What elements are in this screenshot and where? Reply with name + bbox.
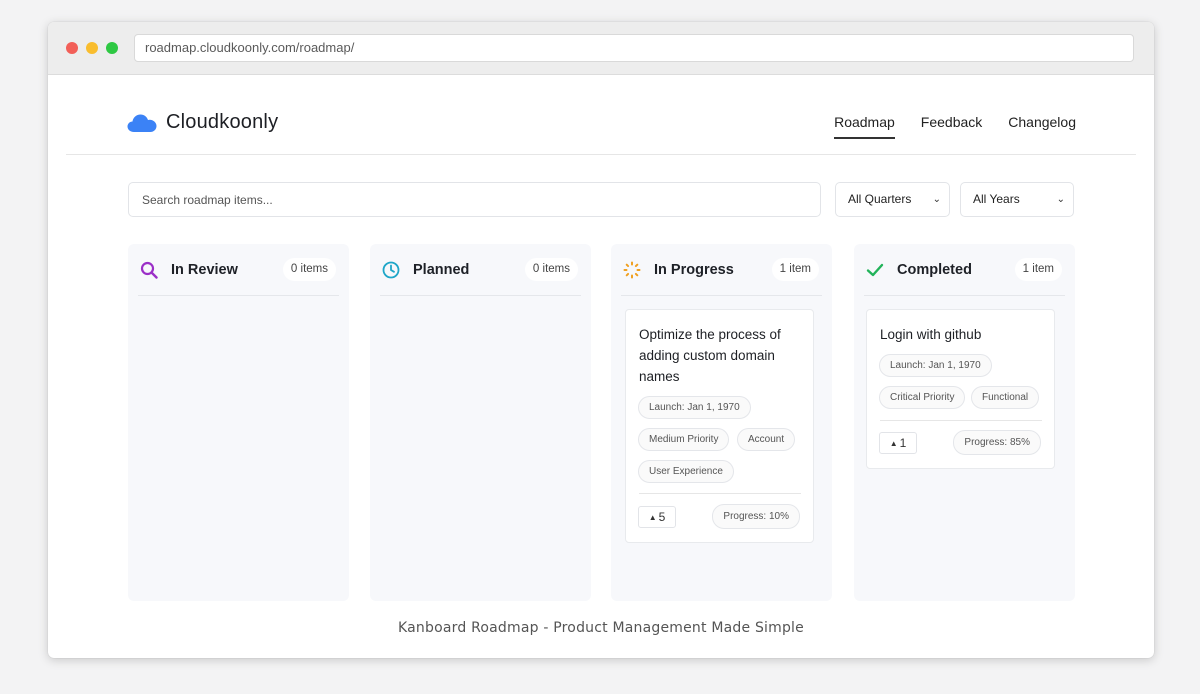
progress-badge: Progress: 10% <box>712 504 800 529</box>
nav-feedback[interactable]: Feedback <box>921 114 982 139</box>
maximize-window-button[interactable] <box>106 42 118 54</box>
clock-icon <box>382 261 400 279</box>
card-title: Optimize the process of adding custom do… <box>639 327 781 384</box>
column-header: Planned 0 items <box>380 244 581 296</box>
column-in-progress: In Progress 1 item Optimize the process … <box>611 244 832 601</box>
category-tag: User Experience <box>638 460 734 483</box>
brand-name: Cloudkoonly <box>166 111 279 133</box>
caret-up-icon: ▲ <box>889 439 898 448</box>
roadmap-page: Cloudkoonly Roadmap Feedback Changelog A… <box>48 75 1154 658</box>
column-title: In Progress <box>654 262 734 278</box>
site-header: Cloudkoonly Roadmap Feedback Changelog <box>66 75 1136 155</box>
column-count-badge: 0 items <box>524 258 578 281</box>
year-select[interactable]: All Years ⌄ <box>960 182 1074 217</box>
category-tag: Account <box>737 428 796 451</box>
upvote-button[interactable]: ▲ 5 <box>638 506 676 528</box>
chevron-down-icon: ⌄ <box>1056 194 1065 205</box>
column-completed: Completed 1 item Login with github Launc… <box>854 244 1075 601</box>
check-icon <box>866 263 884 277</box>
spinner-icon <box>623 261 641 279</box>
cloud-icon <box>127 114 157 132</box>
column-title: Completed <box>897 262 972 278</box>
magnifier-icon <box>140 261 158 279</box>
card-divider <box>639 493 801 494</box>
quarter-select-value: All Quarters <box>848 192 912 206</box>
roadmap-card[interactable]: Optimize the process of adding custom do… <box>625 309 814 543</box>
nav-roadmap[interactable]: Roadmap <box>834 114 895 139</box>
chevron-down-icon: ⌄ <box>932 194 941 205</box>
column-title: In Review <box>171 262 238 278</box>
progress-badge: Progress: 85% <box>953 430 1041 455</box>
caret-up-icon: ▲ <box>648 513 657 522</box>
launch-date-tag: Launch: Jan 1, 1970 <box>638 396 751 419</box>
vote-count: 1 <box>899 436 907 450</box>
browser-titlebar: roadmap.cloudkoonly.com/roadmap/ <box>48 22 1154 75</box>
card-divider <box>880 420 1042 421</box>
column-count-badge: 0 items <box>282 258 336 281</box>
priority-tag: Critical Priority <box>879 386 966 409</box>
nav-changelog[interactable]: Changelog <box>1008 114 1076 139</box>
launch-date-tag: Launch: Jan 1, 1970 <box>879 354 992 377</box>
search-input[interactable] <box>128 182 821 217</box>
column-title: Planned <box>413 262 470 278</box>
vote-count: 5 <box>658 510 666 524</box>
column-header: Completed 1 item <box>864 244 1065 296</box>
priority-tag: Medium Priority <box>638 428 730 451</box>
address-bar[interactable]: roadmap.cloudkoonly.com/roadmap/ <box>134 34 1134 62</box>
column-header: In Review 0 items <box>138 244 339 296</box>
column-in-review: In Review 0 items <box>128 244 349 601</box>
category-tag: Functional <box>971 386 1040 409</box>
upvote-button[interactable]: ▲ 1 <box>879 432 917 454</box>
card-title: Login with github <box>880 327 982 342</box>
minimize-window-button[interactable] <box>86 42 98 54</box>
page-footer: Kanboard Roadmap - Product Management Ma… <box>398 620 804 636</box>
logo[interactable]: Cloudkoonly <box>127 111 278 134</box>
column-planned: Planned 0 items <box>370 244 591 601</box>
year-select-value: All Years <box>973 192 1020 206</box>
quarter-select[interactable]: All Quarters ⌄ <box>835 182 950 217</box>
column-count-badge: 1 item <box>771 258 819 281</box>
browser-window: roadmap.cloudkoonly.com/roadmap/ Cloudko… <box>48 22 1154 658</box>
main-nav: Roadmap Feedback Changelog <box>834 114 1076 139</box>
filter-toolbar: All Quarters ⌄ All Years ⌄ <box>128 182 1074 217</box>
column-count-badge: 1 item <box>1014 258 1062 281</box>
close-window-button[interactable] <box>66 42 78 54</box>
column-header: In Progress 1 item <box>621 244 822 296</box>
roadmap-card[interactable]: Login with github Launch: Jan 1, 1970 Cr… <box>866 309 1055 469</box>
